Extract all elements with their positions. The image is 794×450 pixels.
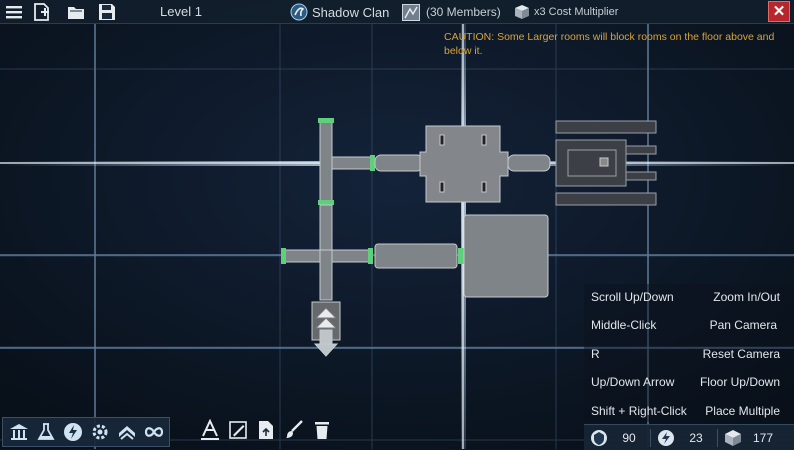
resource-value: 177 bbox=[752, 430, 774, 445]
paint-brush-icon[interactable] bbox=[284, 419, 304, 441]
edit-tools bbox=[200, 419, 332, 441]
clan-name: Shadow Clan bbox=[312, 4, 390, 20]
academy-icon[interactable] bbox=[8, 421, 30, 443]
control-action: Floor Up/Down bbox=[699, 375, 780, 389]
resource-value: 90 bbox=[622, 430, 636, 445]
control-action: Zoom In/Out bbox=[713, 290, 780, 304]
resource-divider bbox=[650, 428, 651, 447]
crate-icon bbox=[725, 429, 741, 446]
control-action: Place Multiple bbox=[705, 404, 780, 418]
clan-info: Shadow Clan bbox=[290, 2, 389, 22]
rank-chevron-icon[interactable] bbox=[116, 421, 138, 443]
control-input: Scroll Up/Down bbox=[591, 290, 674, 304]
menu-icon[interactable] bbox=[4, 2, 24, 22]
gear-icon[interactable] bbox=[89, 421, 111, 443]
control-input: Shift + Right-Click bbox=[591, 404, 687, 418]
cost-info: x3 Cost Multiplier bbox=[514, 2, 618, 22]
crate-icon bbox=[515, 5, 529, 19]
delete-trash-icon[interactable] bbox=[312, 419, 332, 441]
room-category-bar bbox=[2, 417, 170, 447]
cost-multiplier: x3 Cost Multiplier bbox=[534, 6, 619, 18]
save-icon[interactable] bbox=[97, 2, 117, 22]
paste-tool-icon[interactable] bbox=[256, 419, 276, 441]
caution-message: CAUTION: Some Larger rooms will block ro… bbox=[444, 31, 775, 57]
infinity-icon[interactable] bbox=[143, 421, 165, 443]
top-toolbar: Level 1 Shadow Clan (30 Members) x3 Cost… bbox=[0, 0, 794, 24]
control-action: Reset Camera bbox=[702, 347, 780, 361]
clan-emblem-icon bbox=[290, 3, 308, 21]
bolt-icon bbox=[658, 429, 674, 446]
resource-value: 23 bbox=[689, 430, 703, 445]
close-button[interactable]: ✕ bbox=[768, 1, 790, 22]
flask-icon[interactable] bbox=[35, 421, 57, 443]
control-input: R bbox=[591, 347, 600, 361]
resource-bar: 90 23 177 bbox=[584, 424, 794, 450]
control-input: Up/Down Arrow bbox=[591, 375, 675, 389]
members-count: (30 Members) bbox=[426, 5, 501, 19]
edit-tool-icon[interactable] bbox=[228, 419, 248, 441]
members-info: (30 Members) bbox=[402, 2, 501, 22]
members-portrait-icon bbox=[402, 3, 420, 21]
new-file-icon[interactable] bbox=[32, 2, 52, 22]
text-tool-icon[interactable] bbox=[200, 419, 220, 441]
bolt-icon[interactable] bbox=[62, 421, 84, 443]
open-folder-icon[interactable] bbox=[66, 2, 86, 22]
shield-icon bbox=[591, 429, 607, 446]
resource-divider bbox=[717, 428, 718, 447]
level-label[interactable]: Level 1 bbox=[160, 4, 202, 19]
control-input: Middle-Click bbox=[591, 318, 657, 332]
control-action: Pan Camera bbox=[709, 318, 777, 332]
